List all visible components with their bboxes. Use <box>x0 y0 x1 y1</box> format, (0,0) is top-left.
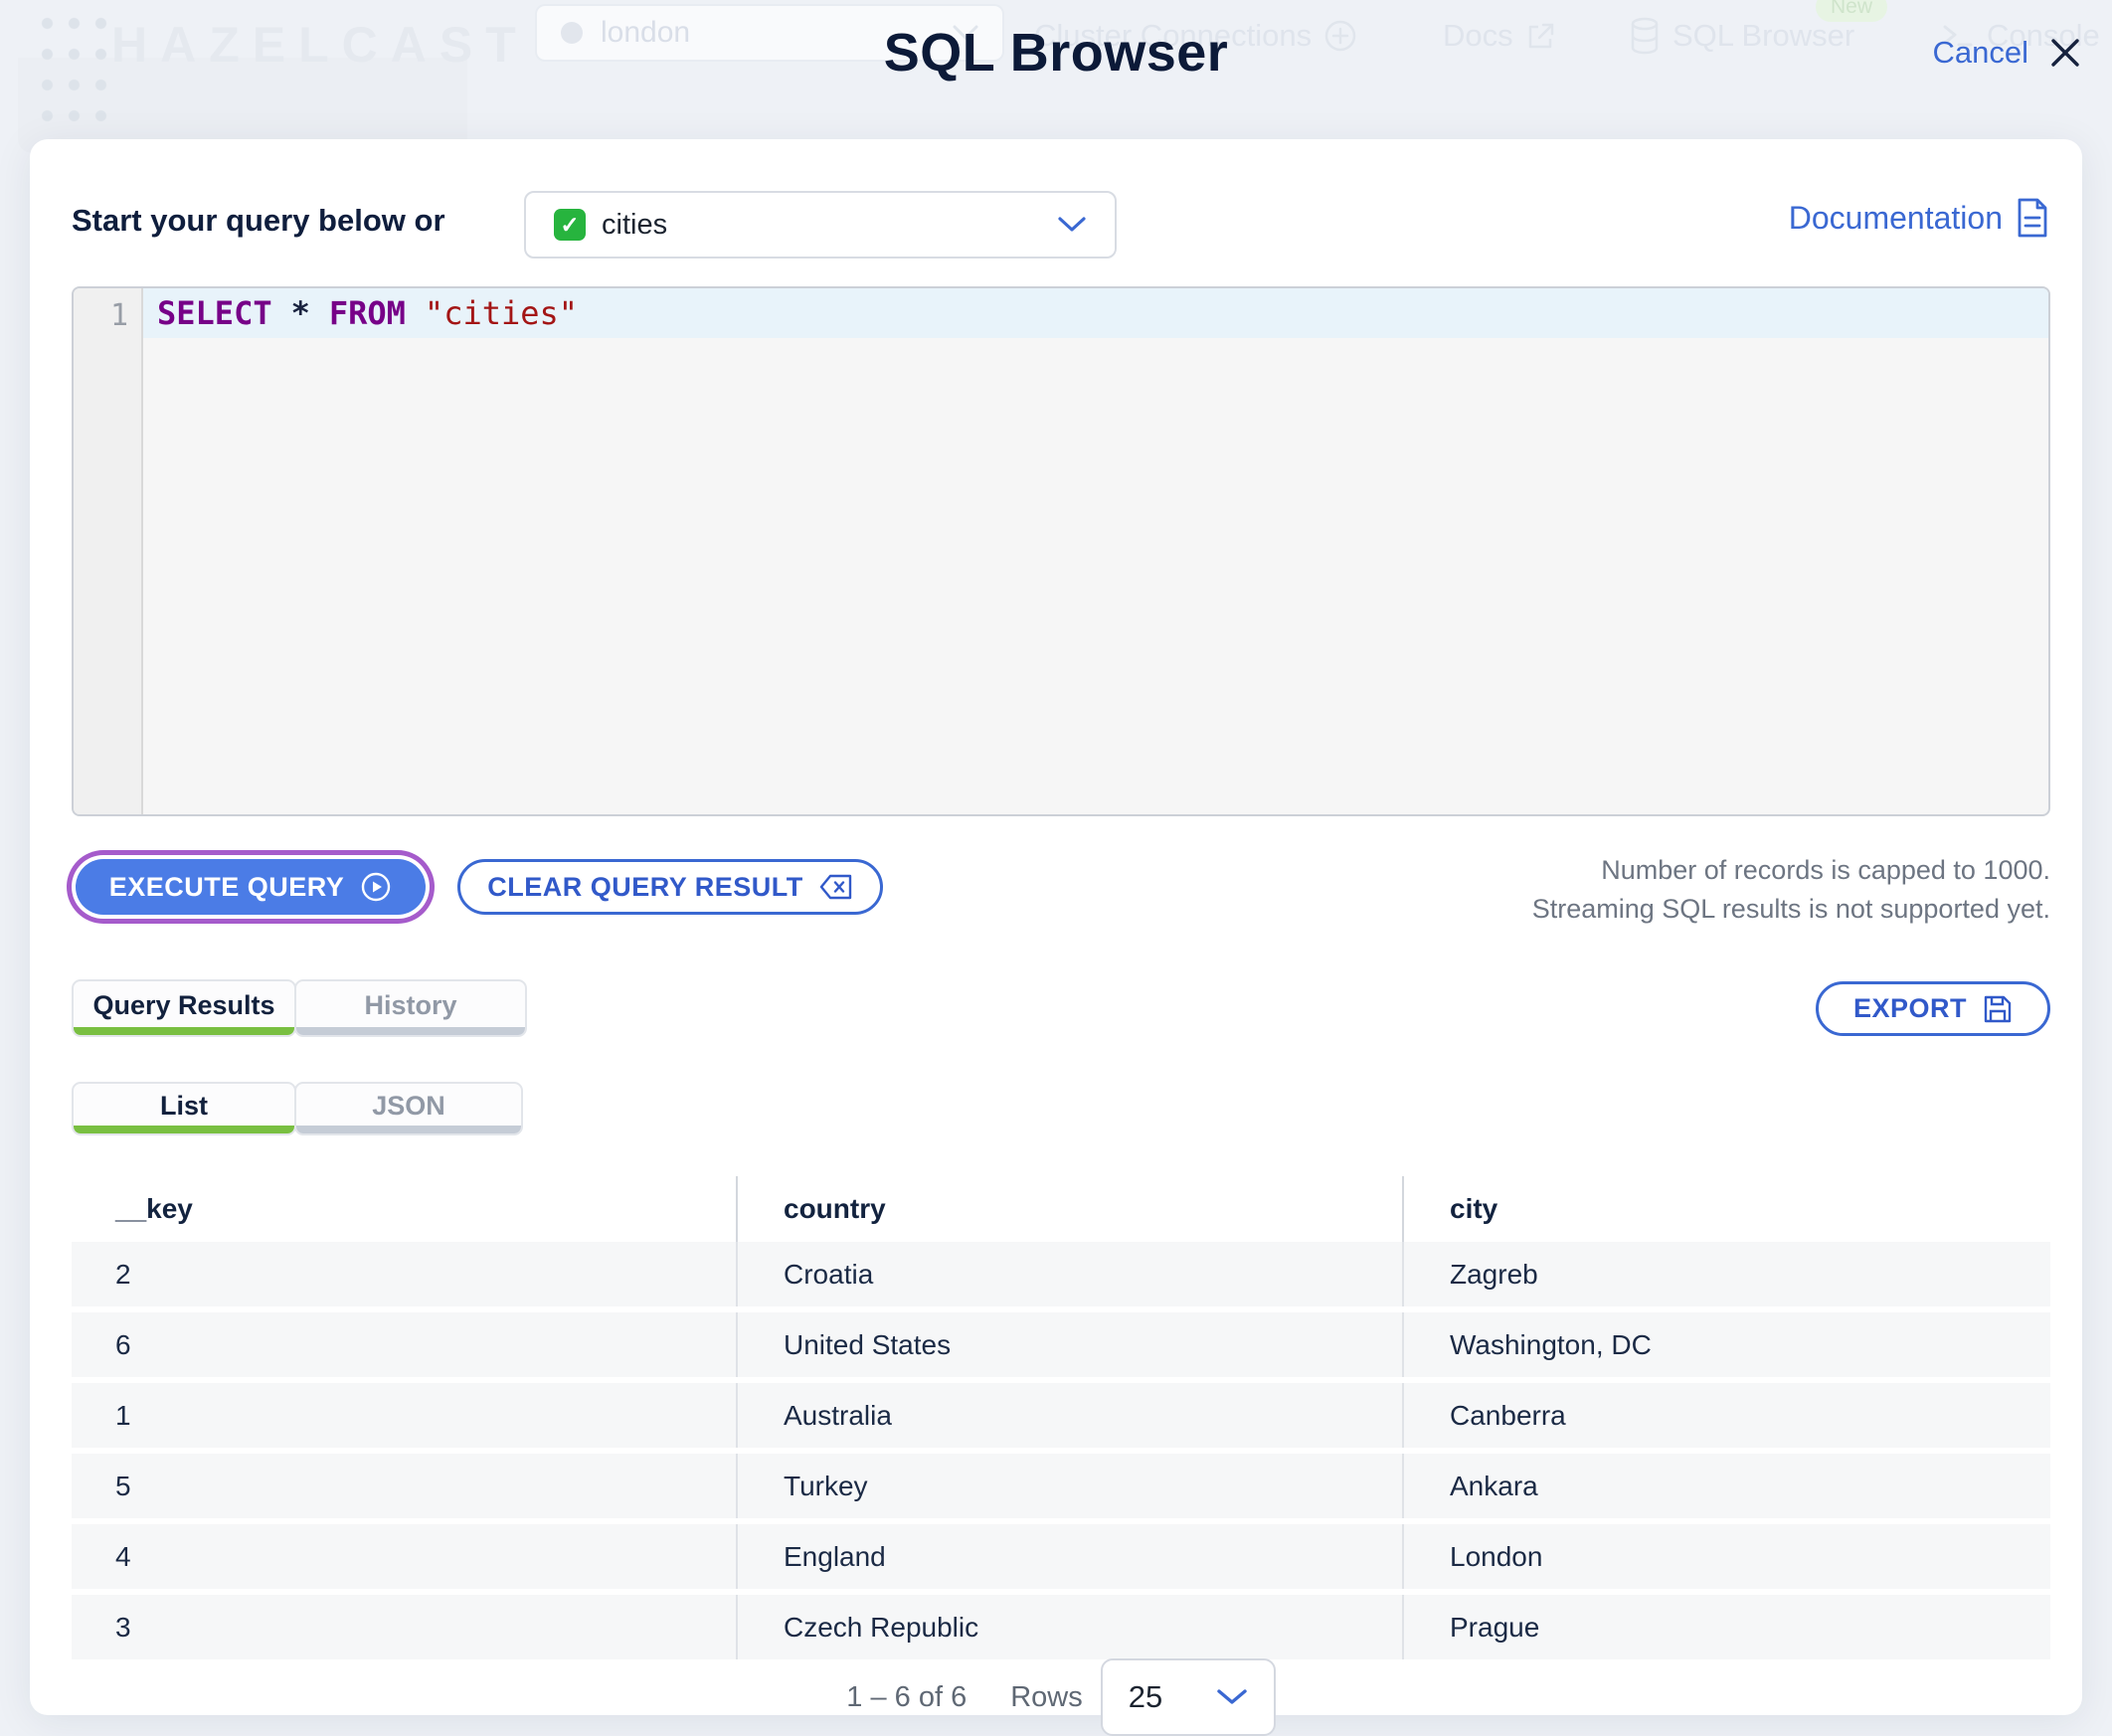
chevron-down-icon <box>1217 1689 1247 1704</box>
play-circle-icon <box>362 872 391 902</box>
cell-country: Turkey <box>736 1454 1402 1518</box>
sql-star: * <box>290 294 310 332</box>
table-row: 5 Turkey Ankara <box>72 1454 2050 1518</box>
table-row: 6 United States Washington, DC <box>72 1312 2050 1377</box>
page-title: SQL Browser <box>883 23 1229 83</box>
cell-city: Prague <box>1402 1595 2050 1659</box>
editor-gutter: 1 <box>74 288 143 814</box>
export-button[interactable]: EXPORT <box>1816 981 2050 1036</box>
column-header-country: country <box>736 1176 1402 1242</box>
tab-label: List <box>159 1090 208 1121</box>
query-prompt-label: Start your query below or <box>72 203 445 238</box>
sql-keyword: SELECT <box>157 294 272 332</box>
line-number: 1 <box>109 298 128 333</box>
cell-country: Czech Republic <box>736 1595 1402 1659</box>
active-tab-indicator <box>74 1126 294 1133</box>
check-icon <box>554 209 586 241</box>
close-icon[interactable] <box>2046 34 2084 72</box>
rows-per-page-value: 25 <box>1128 1679 1163 1714</box>
table-row: 2 Croatia Zagreb <box>72 1242 2050 1306</box>
documentation-link[interactable]: Documentation <box>1789 197 2050 239</box>
rows-per-page-select[interactable]: 25 <box>1100 1658 1276 1736</box>
pagination: 1 – 6 of 6 Rows 25 <box>72 1658 2050 1736</box>
tab-history[interactable]: History <box>294 979 527 1037</box>
execute-query-button[interactable]: EXECUTE QUERY <box>76 859 426 915</box>
sql-browser-modal: Start your query below or cities Documen… <box>30 139 2082 1736</box>
result-cap-note: Number of records is capped to 1000. Str… <box>1532 851 2050 929</box>
map-select-dropdown[interactable]: cities <box>524 191 1117 259</box>
cell-country: United States <box>736 1312 1402 1377</box>
view-tabs: List JSON <box>72 1082 523 1135</box>
sql-keyword: FROM <box>328 294 406 332</box>
tab-json-view[interactable]: JSON <box>294 1082 523 1135</box>
results-table: __key country city 2 Croatia Zagreb 6 Un… <box>72 1176 2050 1665</box>
cancel-button[interactable]: Cancel <box>1933 34 2085 72</box>
clear-query-result-label: CLEAR QUERY RESULT <box>487 871 803 902</box>
chevron-down-icon <box>1058 217 1086 232</box>
table-row: 3 Czech Republic Prague <box>72 1595 2050 1659</box>
cell-city: Zagreb <box>1402 1242 2050 1306</box>
pagination-range: 1 – 6 of 6 <box>846 1680 968 1713</box>
cell-key: 5 <box>115 1470 131 1501</box>
table-header-row: __key country city <box>72 1176 2050 1242</box>
cell-key: 1 <box>115 1399 131 1431</box>
editor-code-area[interactable]: SELECT * FROM "cities" <box>143 288 2048 814</box>
column-header-key: __key <box>115 1193 193 1224</box>
document-icon <box>2018 198 2047 238</box>
sql-string: "cities" <box>424 294 579 332</box>
cell-key: 2 <box>115 1258 131 1290</box>
note-line-2: Streaming SQL results is not supported y… <box>1531 894 2050 924</box>
documentation-label[interactable]: Documentation <box>1789 200 2003 237</box>
inactive-tab-indicator <box>296 1126 521 1133</box>
inactive-tab-indicator <box>296 1027 525 1035</box>
tab-label: Query Results <box>92 989 275 1020</box>
cell-country: Croatia <box>736 1242 1402 1306</box>
editor-active-line[interactable]: SELECT * FROM "cities" <box>143 288 2048 338</box>
results-tabs: Query Results History <box>72 979 527 1037</box>
new-badge: New <box>1816 0 1888 22</box>
cell-key: 4 <box>115 1540 131 1572</box>
map-select-value: cities <box>602 208 668 241</box>
clear-query-result-button[interactable]: CLEAR QUERY RESULT <box>457 859 883 915</box>
execute-query-label: EXECUTE QUERY <box>108 871 345 902</box>
cancel-label[interactable]: Cancel <box>1933 35 2029 71</box>
cell-country: England <box>736 1524 1402 1589</box>
column-header-city: city <box>1402 1176 2050 1242</box>
save-floppy-icon <box>1984 995 2012 1022</box>
backspace-icon <box>819 874 851 900</box>
cell-key: 6 <box>115 1328 131 1360</box>
cell-country: Australia <box>736 1383 1402 1448</box>
active-tab-indicator <box>74 1027 294 1035</box>
tab-label: JSON <box>372 1090 445 1121</box>
cell-city: Canberra <box>1402 1383 2050 1448</box>
cell-key: 3 <box>115 1611 131 1643</box>
cell-city: Ankara <box>1402 1454 2050 1518</box>
cell-city: London <box>1402 1524 2050 1589</box>
sql-editor: 1 SELECT * FROM "cities" <box>72 286 2050 816</box>
rows-per-page-label: Rows <box>1010 1680 1083 1713</box>
tab-query-results[interactable]: Query Results <box>72 979 296 1037</box>
export-label: EXPORT <box>1852 993 1968 1023</box>
table-row: 4 England London <box>72 1524 2050 1589</box>
table-row: 1 Australia Canberra <box>72 1383 2050 1448</box>
note-line-1: Number of records is capped to 1000. <box>1601 855 2050 885</box>
tab-label: History <box>364 989 457 1020</box>
tab-list-view[interactable]: List <box>72 1082 296 1135</box>
cell-city: Washington, DC <box>1402 1312 2050 1377</box>
